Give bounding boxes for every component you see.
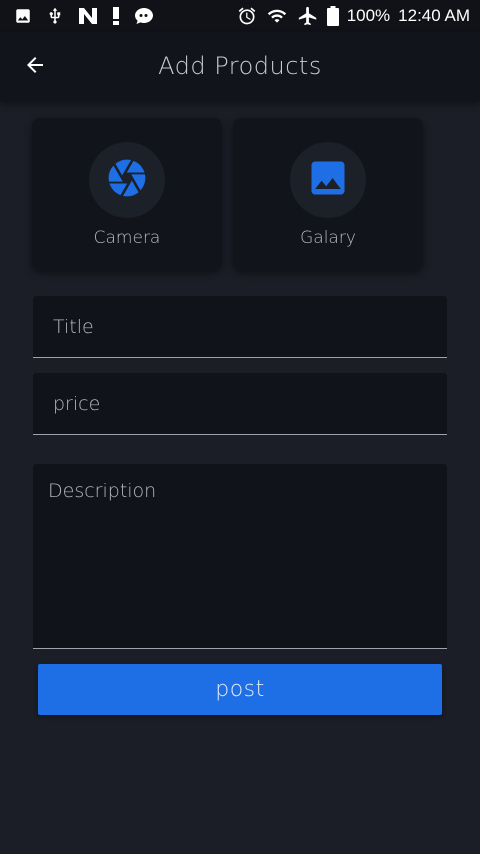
price-field-container	[33, 373, 447, 435]
alarm-icon	[237, 6, 257, 26]
title-input[interactable]	[33, 296, 447, 357]
battery-icon	[326, 6, 339, 26]
n-app-icon	[78, 7, 98, 25]
usb-icon	[46, 6, 64, 26]
app-bar: Add Products	[0, 32, 480, 102]
camera-button[interactable]: Camera	[32, 118, 222, 270]
image-icon	[306, 156, 350, 204]
description-input[interactable]	[33, 464, 447, 648]
status-bar-left	[14, 6, 154, 26]
camera-icon-circle	[89, 142, 165, 218]
page-title: Add Products	[158, 52, 322, 80]
post-button[interactable]: post	[38, 664, 442, 715]
gallery-button[interactable]: Galary	[233, 118, 423, 270]
gallery-label: Galary	[300, 228, 356, 248]
wifi-icon	[265, 6, 289, 26]
airplane-icon	[297, 5, 319, 27]
title-field-container	[33, 296, 447, 358]
image-icon	[14, 7, 32, 25]
gallery-icon-circle	[290, 142, 366, 218]
clock-time: 12:40 AM	[398, 6, 470, 25]
status-bar: 100% 12:40 AM	[0, 0, 480, 32]
alert-icon	[112, 7, 120, 25]
status-bar-right: 100% 12:40 AM	[237, 5, 470, 27]
price-input[interactable]	[33, 373, 447, 434]
camera-label: Camera	[93, 228, 161, 248]
chat-icon	[134, 7, 154, 25]
camera-aperture-icon	[105, 156, 149, 204]
description-field-container	[33, 464, 447, 649]
battery-percentage: 100%	[346, 6, 391, 25]
